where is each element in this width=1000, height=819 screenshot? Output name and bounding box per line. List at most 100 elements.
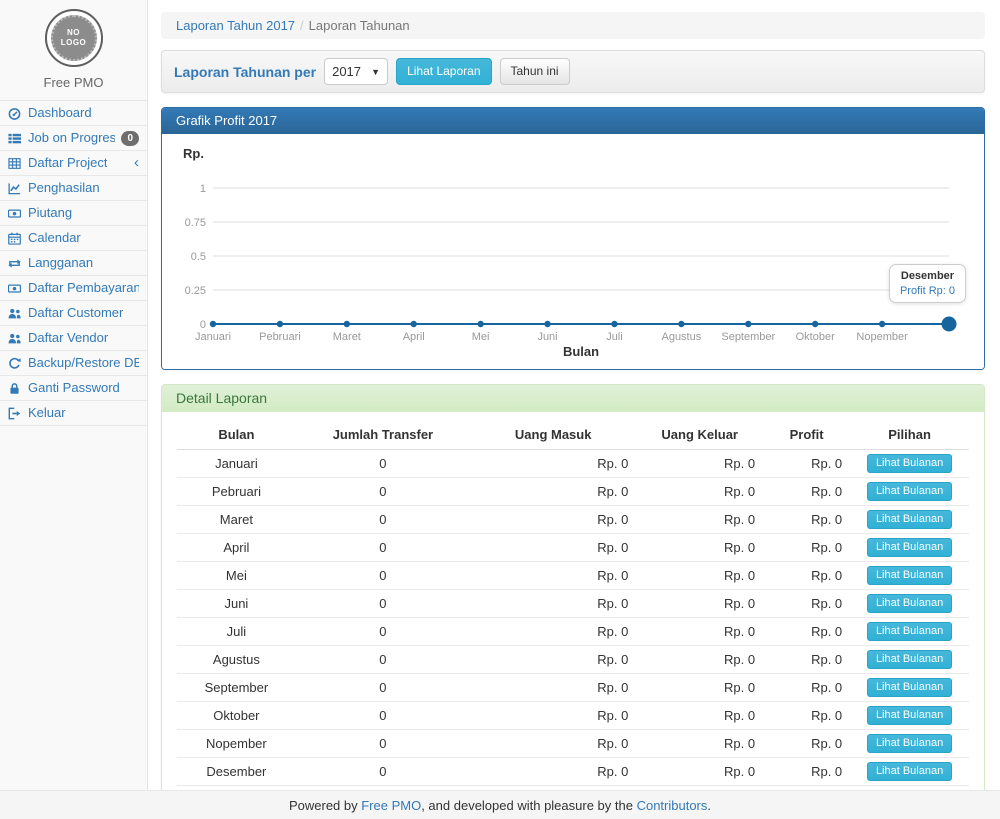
lihat-bulanan-button[interactable]: Lihat Bulanan xyxy=(867,650,952,669)
cell-jumlah-transfer: 0 xyxy=(296,590,470,618)
table-row-april: April0Rp. 0Rp. 0Rp. 0Lihat Bulanan xyxy=(177,534,969,562)
cell-jumlah-transfer: 0 xyxy=(296,758,470,786)
sidebar-item-label: Backup/Restore DB xyxy=(28,355,139,371)
sidebar-item-daftar-pembayaran[interactable]: Daftar Pembayaran xyxy=(0,276,147,301)
cell-uang-masuk: Rp. 0 xyxy=(470,618,636,646)
cell-pilihan: Lihat Bulanan xyxy=(850,450,969,478)
cell-profit: Rp. 0 xyxy=(763,450,850,478)
lihat-bulanan-button[interactable]: Lihat Bulanan xyxy=(867,538,952,557)
footer-prefix: Powered by xyxy=(289,798,361,813)
sidebar-item-ganti-password[interactable]: Ganti Password xyxy=(0,376,147,401)
cell-uang-masuk: Rp. 0 xyxy=(470,478,636,506)
table-row-oktober: Oktober0Rp. 0Rp. 0Rp. 0Lihat Bulanan xyxy=(177,702,969,730)
lihat-bulanan-button[interactable]: Lihat Bulanan xyxy=(867,482,952,501)
cell-uang-masuk: Rp. 0 xyxy=(470,758,636,786)
sidebar-item-daftar-vendor[interactable]: Daftar Vendor xyxy=(0,326,147,351)
cell-uang-masuk: Rp. 0 xyxy=(470,590,636,618)
cell-bulan: Desember xyxy=(177,758,296,786)
footer-middle: , and developed with pleasure by the xyxy=(421,798,636,813)
sidebar-item-label: Daftar Vendor xyxy=(28,330,108,346)
sidebar-item-calendar[interactable]: Calendar xyxy=(0,226,147,251)
tooltip-value: Profit Rp: 0 xyxy=(900,285,955,297)
cell-jumlah-transfer: 0 xyxy=(296,674,470,702)
lihat-bulanan-button[interactable]: Lihat Bulanan xyxy=(867,622,952,641)
refresh-icon xyxy=(8,357,22,370)
cell-uang-keluar: Rp. 0 xyxy=(636,562,763,590)
lihat-bulanan-button[interactable]: Lihat Bulanan xyxy=(867,762,952,781)
cell-uang-masuk: Rp. 0 xyxy=(470,674,636,702)
grafik-profit-svg: 00.250.50.751JanuariPebruariMaretAprilMe… xyxy=(177,142,967,358)
cell-uang-keluar: Rp. 0 xyxy=(636,450,763,478)
cell-uang-masuk: Rp. 0 xyxy=(470,562,636,590)
sidebar-menu: DashboardJob on Progress0 Daftar Project ‹… xyxy=(0,100,147,426)
svg-text:Pebruari: Pebruari xyxy=(259,331,301,343)
sidebar-item-langganan[interactable]: Langganan xyxy=(0,251,147,276)
sidebar-item-keluar[interactable]: Keluar xyxy=(0,401,147,426)
cell-uang-masuk: Rp. 0 xyxy=(470,702,636,730)
brand-name: Free PMO xyxy=(0,75,147,90)
col-header-uang-masuk: Uang Masuk xyxy=(470,420,636,450)
cell-bulan: Oktober xyxy=(177,702,296,730)
sidebar-item-daftar-project[interactable]: Daftar Project ‹ xyxy=(0,151,147,176)
breadcrumb-link-laporan-tahun[interactable]: Laporan Tahun 2017 xyxy=(176,18,295,33)
cell-jumlah-transfer: 0 xyxy=(296,646,470,674)
lihat-bulanan-button[interactable]: Lihat Bulanan xyxy=(867,734,952,753)
tahun-ini-button[interactable]: Tahun ini xyxy=(500,58,570,85)
list-icon xyxy=(8,132,22,145)
sidebar-item-daftar-customer[interactable]: Daftar Customer xyxy=(0,301,147,326)
svg-text:April: April xyxy=(403,331,425,343)
chart-panel-title: Grafik Profit 2017 xyxy=(162,108,984,134)
lihat-bulanan-button[interactable]: Lihat Bulanan xyxy=(867,706,952,725)
count-badge: 0 xyxy=(121,131,139,146)
cell-bulan: Juli xyxy=(177,618,296,646)
no-logo-badge: NO LOGO xyxy=(51,15,97,61)
table-row-desember: Desember0Rp. 0Rp. 0Rp. 0Lihat Bulanan xyxy=(177,758,969,786)
lihat-bulanan-button[interactable]: Lihat Bulanan xyxy=(867,510,952,529)
lihat-laporan-button[interactable]: Lihat Laporan xyxy=(396,58,491,85)
lock-icon xyxy=(8,382,22,395)
sidebar-item-label: Ganti Password xyxy=(28,380,120,396)
sidebar-item-label: Daftar Project xyxy=(28,155,107,171)
table-row-mei: Mei0Rp. 0Rp. 0Rp. 0Lihat Bulanan xyxy=(177,562,969,590)
filter-label: Laporan Tahunan per xyxy=(174,64,316,80)
page-footer: Powered by Free PMO, and developed with … xyxy=(0,790,1000,819)
sidebar-item-backup-restore-db[interactable]: Backup/Restore DB xyxy=(0,351,147,376)
chart-panel-body: 00.250.50.751JanuariPebruariMaretAprilMe… xyxy=(162,134,984,369)
lihat-bulanan-button[interactable]: Lihat Bulanan xyxy=(867,678,952,697)
sidebar-item-job-on-progress[interactable]: Job on Progress0 xyxy=(0,126,147,151)
lihat-bulanan-button[interactable]: Lihat Bulanan xyxy=(867,454,952,473)
chevron-left-icon: ‹ xyxy=(134,157,139,169)
col-header-jumlah-transfer: Jumlah Transfer xyxy=(296,420,470,450)
col-header-pilihan: Pilihan xyxy=(850,420,969,450)
lihat-bulanan-button[interactable]: Lihat Bulanan xyxy=(867,566,952,585)
table-header-row: BulanJumlah TransferUang MasukUang Kelua… xyxy=(177,420,969,450)
year-select[interactable]: 2017 ▼ xyxy=(324,58,388,85)
svg-text:Maret: Maret xyxy=(333,331,361,343)
cell-jumlah-transfer: 0 xyxy=(296,478,470,506)
free-pmo-link[interactable]: Free PMO xyxy=(361,798,421,813)
cell-pilihan: Lihat Bulanan xyxy=(850,758,969,786)
cell-pilihan: Lihat Bulanan xyxy=(850,562,969,590)
sidebar-item-dashboard[interactable]: Dashboard xyxy=(0,101,147,126)
cell-bulan: Nopember xyxy=(177,730,296,758)
cell-bulan: Agustus xyxy=(177,646,296,674)
cell-uang-masuk: Rp. 0 xyxy=(470,450,636,478)
cell-jumlah-transfer: 0 xyxy=(296,702,470,730)
cell-profit: Rp. 0 xyxy=(763,478,850,506)
cell-profit: Rp. 0 xyxy=(763,590,850,618)
cell-uang-masuk: Rp. 0 xyxy=(470,646,636,674)
cell-bulan: Maret xyxy=(177,506,296,534)
table-row-maret: Maret0Rp. 0Rp. 0Rp. 0Lihat Bulanan xyxy=(177,506,969,534)
sidebar-item-piutang[interactable]: Piutang xyxy=(0,201,147,226)
cell-profit: Rp. 0 xyxy=(763,534,850,562)
lihat-bulanan-button[interactable]: Lihat Bulanan xyxy=(867,594,952,613)
logo-text-line1: NO xyxy=(67,28,80,38)
cell-profit: Rp. 0 xyxy=(763,702,850,730)
sidebar-item-label: Keluar xyxy=(28,405,66,421)
cell-profit: Rp. 0 xyxy=(763,646,850,674)
contributors-link[interactable]: Contributors xyxy=(637,798,708,813)
sign-out-icon xyxy=(8,407,22,420)
cell-uang-keluar: Rp. 0 xyxy=(636,758,763,786)
cell-bulan: Juni xyxy=(177,590,296,618)
sidebar-item-penghasilan[interactable]: Penghasilan xyxy=(0,176,147,201)
